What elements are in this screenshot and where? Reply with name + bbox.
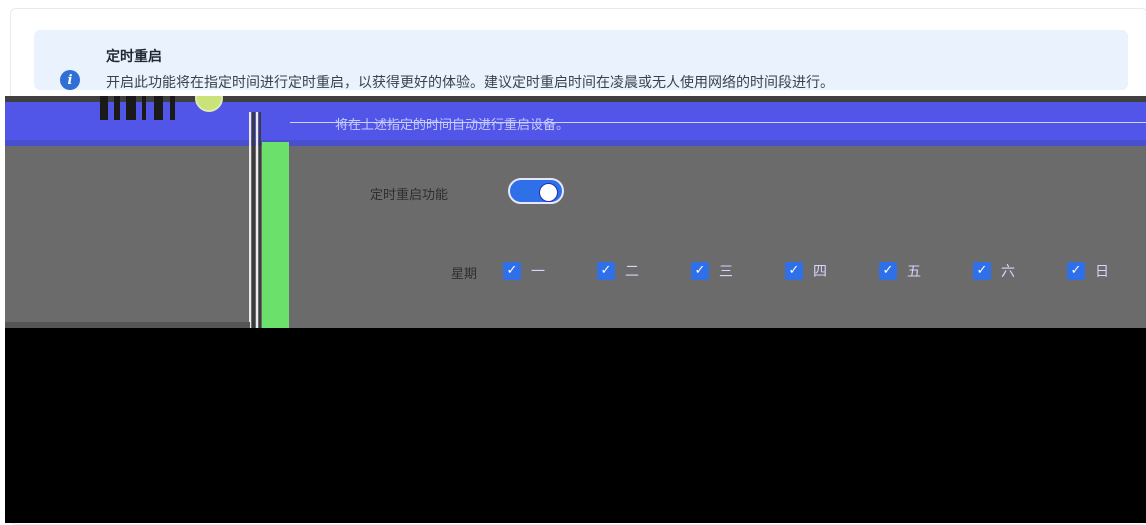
glitched-form-region: 将在上述指定的时间自动进行重启设备。 定时重启功能 星期 ✓ 一 ✓ 二 ✓ 三… [5,96,1146,328]
enable-toggle[interactable] [508,178,564,204]
day-label: 五 [907,264,921,280]
day-label: 一 [531,264,545,280]
glitch-vline [259,112,261,328]
checkbox-check-icon: ✓ [973,262,991,280]
glitch-vline [256,112,258,328]
day-checkbox-sun[interactable]: ✓ 日 [1067,260,1109,282]
glitch-bar-text: 将在上述指定的时间自动进行重启设备。 [335,118,570,133]
checkbox-check-icon: ✓ [503,262,521,280]
day-label: 日 [1095,264,1109,280]
glitch-blue-stripe [5,140,1146,146]
day-label: 三 [719,264,733,280]
info-icon: i [60,70,80,90]
day-label: 四 [813,264,827,280]
checkbox-check-icon: ✓ [879,262,897,280]
enable-label: 定时重启功能 [370,188,449,203]
day-checkbox-fri[interactable]: ✓ 五 [879,260,921,282]
day-checkbox-tue[interactable]: ✓ 二 [597,260,639,282]
notice-description: 开启此功能将在指定时间进行定时重启，以获得更好的体验。建议定时重启时间在凌晨或无… [106,75,834,91]
glitch-blocks [100,96,195,120]
toggle-knob [539,183,558,202]
day-checkbox-wed[interactable]: ✓ 三 [691,260,733,282]
checkbox-check-icon: ✓ [1067,262,1085,280]
day-checkbox-sat[interactable]: ✓ 六 [973,260,1015,282]
checkbox-check-icon: ✓ [785,262,803,280]
checkbox-check-icon: ✓ [597,262,615,280]
day-checkbox-thu[interactable]: ✓ 四 [785,260,827,282]
day-label: 六 [1001,264,1015,280]
glitch-green-bar [262,142,289,328]
black-region [5,328,1146,523]
glitch-vline [249,112,251,328]
day-checkbox-mon[interactable]: ✓ 一 [503,260,545,282]
notice-title: 定时重启 [106,49,162,65]
week-label: 星期 [451,267,478,282]
checkbox-check-icon: ✓ [691,262,709,280]
day-label: 二 [625,264,639,280]
glitch-vline [252,112,255,328]
